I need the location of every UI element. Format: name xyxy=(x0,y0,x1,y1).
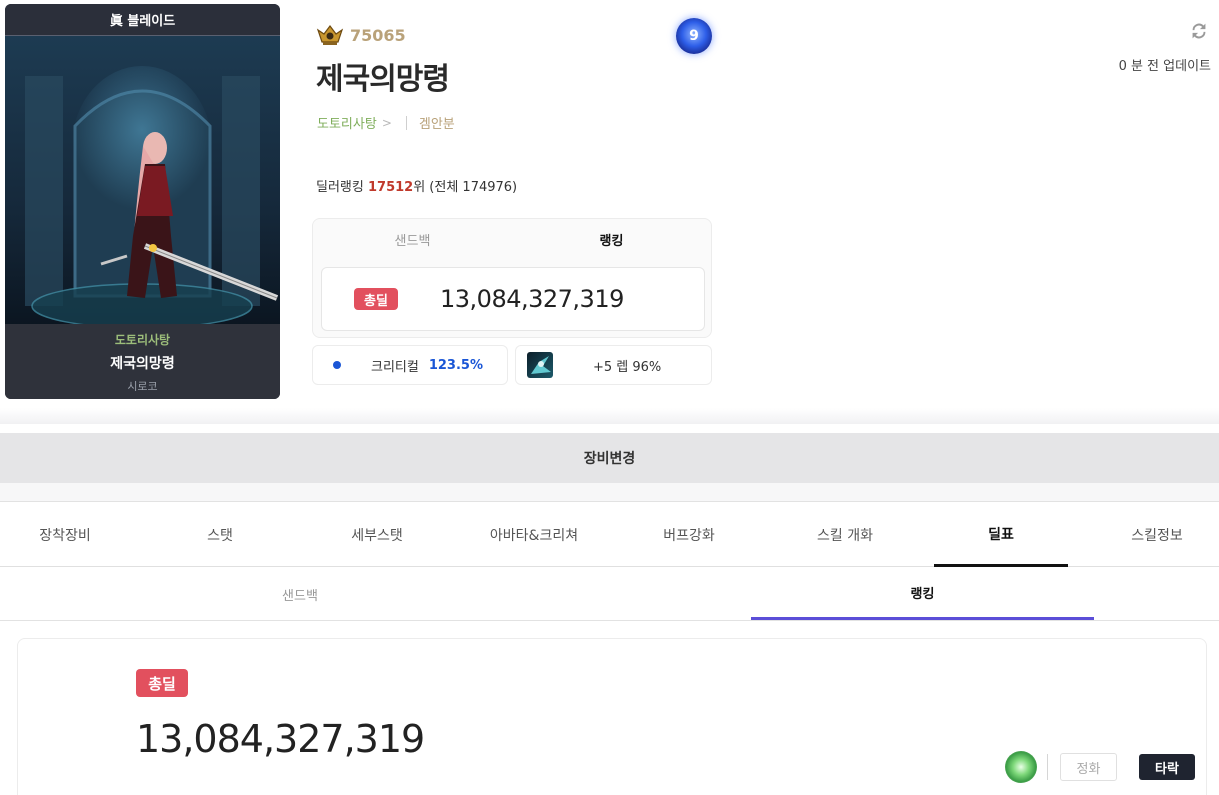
total-damage-box: 총딜 13,084,327,319 xyxy=(321,267,705,331)
server-breadcrumb: 도토리사탕 > 겜안분 xyxy=(317,113,455,132)
chevron-right-icon: > xyxy=(381,115,392,130)
subtab-ranking[interactable]: 랭킹 xyxy=(751,568,1094,620)
skill-icon xyxy=(527,352,553,378)
tab-avatar-creature[interactable]: 아바타&크리쳐 xyxy=(464,503,604,567)
fame-display: 75065 xyxy=(316,24,406,46)
level-badge: 9 xyxy=(676,18,712,54)
total-damage-badge: 총딜 xyxy=(354,288,398,310)
element-orb-icon xyxy=(1005,751,1037,783)
total-damage-badge-large: 총딜 xyxy=(136,669,188,697)
main-tabs: 장착장비 스탯 세부스탯 아바타&크리쳐 버프강화 스킬 개화 딜표 스킬정보 xyxy=(0,503,1219,567)
subtab-sandbag[interactable]: 샌드백 xyxy=(0,568,600,620)
crit-label: 크리티컬 xyxy=(371,359,419,375)
refresh-icon[interactable] xyxy=(1188,20,1210,42)
character-name: 제국의망령 xyxy=(316,62,450,97)
skill-level-text: +5 렙 96% xyxy=(593,359,662,375)
tab-sandbag[interactable]: 샌드백 xyxy=(313,219,512,259)
equip-change-button[interactable]: 장비변경 xyxy=(0,433,1219,483)
adventure-link[interactable]: 겜안분 xyxy=(419,113,455,132)
damage-summary-panel: 샌드백 랭킹 총딜 13,084,327,319 xyxy=(312,218,712,338)
tab-skill-info[interactable]: 스킬정보 xyxy=(1092,503,1219,567)
divider xyxy=(1047,754,1048,780)
tab-damage-table[interactable]: 딜표 xyxy=(934,503,1068,567)
dealer-rank-total: 위 (전체 174976) xyxy=(413,180,518,195)
card-character-name: 제국의망령 xyxy=(110,356,175,372)
corrupt-button[interactable]: 타락 xyxy=(1139,754,1195,780)
dealer-ranking: 딜러랭킹 17512위 (전체 174976) xyxy=(316,176,517,195)
total-damage-value: 13,084,327,319 xyxy=(440,285,624,313)
dealer-rank-value: 17512 xyxy=(367,180,414,195)
purify-button[interactable]: 정화 xyxy=(1060,753,1117,781)
tab-skill-bloom[interactable]: 스킬 개화 xyxy=(780,503,910,567)
tab-detail-stats[interactable]: 세부스탯 xyxy=(312,503,442,567)
section-gap xyxy=(0,483,1219,502)
tab-equipment[interactable]: 장착장비 xyxy=(0,503,130,567)
tab-buff[interactable]: 버프강화 xyxy=(624,503,754,567)
fame-value: 75065 xyxy=(350,25,406,45)
server-link[interactable]: 도토리사탕 xyxy=(317,113,377,132)
critical-stat: 크리티컬 123.5% xyxy=(312,345,508,385)
bullet-icon xyxy=(333,361,341,369)
tab-ranking[interactable]: 랭킹 xyxy=(512,219,711,259)
character-card[interactable]: 眞 블레이드 도토리사탕 제국의망령 시로코 xyxy=(5,4,280,399)
character-portrait xyxy=(5,36,280,328)
crit-value: 123.5% xyxy=(428,357,483,373)
total-damage-panel: 총딜 13,084,327,319 정화 타락 xyxy=(17,638,1207,795)
dealer-rank-label: 딜러랭킹 xyxy=(316,180,368,195)
total-damage-value-large: 13,084,327,319 xyxy=(136,717,425,761)
update-time: 0 분 전 업데이트 xyxy=(1118,59,1211,74)
fame-emblem-icon xyxy=(316,25,344,45)
skill-level-stat: +5 렙 96% xyxy=(515,345,712,385)
job-title: 眞 블레이드 xyxy=(5,4,280,36)
card-subtitle: 시로코 xyxy=(127,380,158,393)
section-shadow xyxy=(0,408,1219,424)
tab-stats[interactable]: 스탯 xyxy=(155,503,285,567)
sub-tabs: 샌드백 랭킹 xyxy=(0,568,1219,621)
card-server: 도토리사탕 xyxy=(114,333,171,347)
divider xyxy=(405,115,407,130)
